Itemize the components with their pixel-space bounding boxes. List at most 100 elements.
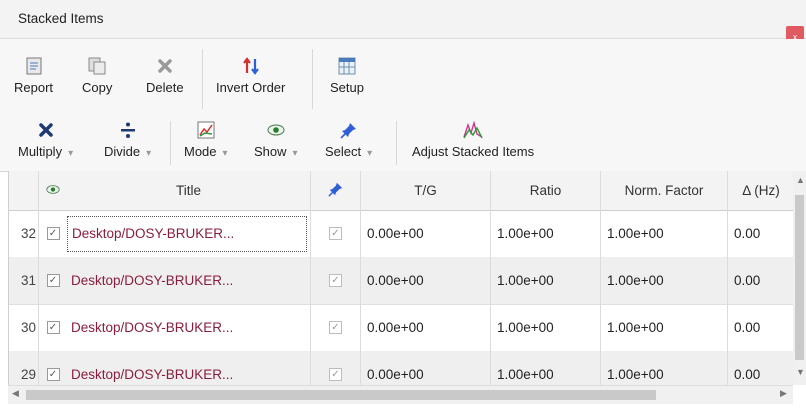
header-index [9,171,39,210]
table-row[interactable]: 29 ✓ Desktop/DOSY-BRUKER... ✓ 0.00e+00 1.00e+… [9,351,794,385]
copy-label: Copy [82,80,113,95]
multiply-icon [33,119,59,141]
row-delta-hz[interactable]: 0.00 [728,210,794,257]
header-show[interactable] [39,171,67,210]
scroll-down-icon[interactable]: ▼ [796,367,805,377]
select-button[interactable]: Select ▾ [325,119,372,159]
row-ratio[interactable]: 1.00e+00 [491,304,601,351]
row-tg[interactable]: 0.00e+00 [361,304,491,351]
stacked-items-table: Title T/G Ratio Norm. Factor Δ (Hz) 32 ✓ D… [8,171,794,385]
header-tg[interactable]: T/G [361,171,491,210]
show-checkbox[interactable]: ✓ [46,321,60,334]
horizontal-scrollbar[interactable]: ◀ ▶ [8,385,793,404]
show-eye-icon [263,119,289,141]
window-title: Stacked Items [18,11,104,26]
header-select[interactable] [311,171,361,210]
row-index: 29 [9,351,39,385]
row-title-cell[interactable]: Desktop/DOSY-BRUKER... [67,257,311,304]
copy-icon [84,55,110,77]
scroll-left-icon[interactable]: ◀ [12,388,19,399]
row-tg[interactable]: 0.00e+00 [361,351,491,385]
window-titlebar: Stacked Items [0,0,806,39]
table-header: Title T/G Ratio Norm. Factor Δ (Hz) [9,171,794,211]
header-ratio[interactable]: Ratio [491,171,601,210]
table-row[interactable]: 30 ✓ Desktop/DOSY-BRUKER... ✓ 0.00e+00 1.00e+… [9,304,794,352]
row-delta-hz[interactable]: 0.00 [728,257,794,304]
row-select-cell: ✓ [311,351,361,385]
delete-label: Delete [146,80,184,95]
show-checkbox[interactable]: ✓ [46,227,60,240]
copy-button[interactable]: Copy [82,55,112,95]
header-delta-hz[interactable]: Δ (Hz) [728,171,794,210]
setup-button[interactable]: Setup [330,55,364,95]
divide-icon [115,119,141,141]
invert-order-button[interactable]: Invert Order [216,55,285,95]
row-title[interactable]: Desktop/DOSY-BRUKER... [67,215,307,252]
row-ratio[interactable]: 1.00e+00 [491,257,601,304]
adjust-stacked-items-button[interactable]: Adjust Stacked Items [412,119,534,159]
row-tg[interactable]: 0.00e+00 [361,210,491,257]
multiply-label: Multiply ▾ [18,144,74,159]
row-select-cell: ✓ [311,257,361,304]
row-index: 32 [9,210,39,257]
table-row[interactable]: 31 ✓ Desktop/DOSY-BRUKER... ✓ 0.00e+00 1.00e+… [9,257,794,305]
row-show-cell: ✓ [39,257,67,304]
row-title-cell[interactable]: Desktop/DOSY-BRUKER... [67,351,311,385]
row-ratio[interactable]: 1.00e+00 [491,351,601,385]
show-checkbox[interactable]: ✓ [46,274,60,287]
select-pin-icon [327,181,344,200]
select-checkbox[interactable]: ✓ [329,368,342,381]
toolbar-divider [170,121,171,165]
row-norm-factor[interactable]: 1.00e+00 [601,210,728,257]
row-select-cell: ✓ [311,304,361,351]
toolbar-divider [396,121,397,165]
select-checkbox[interactable]: ✓ [329,274,342,287]
horizontal-scroll-thumb[interactable] [26,390,656,400]
mode-label: Mode ▾ [184,144,228,159]
row-show-cell: ✓ [39,304,67,351]
vertical-scrollbar[interactable]: ▲ ▼ [793,171,806,385]
mode-icon [193,119,219,141]
row-tg[interactable]: 0.00e+00 [361,257,491,304]
row-title[interactable]: Desktop/DOSY-BRUKER... [67,320,233,335]
multiply-button[interactable]: Multiply ▾ [18,119,73,159]
toolbar-divider [312,49,313,109]
row-delta-hz[interactable]: 0.00 [728,304,794,351]
divide-label: Divide ▾ [104,144,152,159]
row-index: 31 [9,257,39,304]
toolbar: Report Copy Delete Invert Order Setup Mu… [0,39,806,172]
row-show-cell: ✓ [39,351,67,385]
scroll-right-icon[interactable]: ▶ [780,388,787,399]
delete-button[interactable]: Delete [146,55,184,95]
setup-label: Setup [330,80,364,95]
row-norm-factor[interactable]: 1.00e+00 [601,257,728,304]
row-title[interactable]: Desktop/DOSY-BRUKER... [67,273,233,288]
report-button[interactable]: Report [14,55,53,95]
row-delta-hz[interactable]: 0.00 [728,351,794,385]
select-checkbox[interactable]: ✓ [329,321,342,334]
vertical-scroll-thumb[interactable] [795,195,804,360]
select-checkbox[interactable]: ✓ [329,227,342,240]
mode-button[interactable]: Mode ▾ [184,119,228,159]
divide-button[interactable]: Divide ▾ [104,119,151,159]
row-index: 30 [9,304,39,351]
header-title[interactable]: Title [67,171,311,210]
row-title[interactable]: Desktop/DOSY-BRUKER... [67,367,233,382]
row-title-cell[interactable]: Desktop/DOSY-BRUKER... [67,210,311,257]
invert-order-icon [238,55,264,77]
row-ratio[interactable]: 1.00e+00 [491,210,601,257]
row-norm-factor[interactable]: 1.00e+00 [601,304,728,351]
toolbar-divider [202,49,203,109]
show-checkbox[interactable]: ✓ [46,368,60,381]
show-button[interactable]: Show ▾ [254,119,298,159]
adjust-stacked-items-icon [460,119,486,141]
report-icon [21,55,47,77]
scroll-up-icon[interactable]: ▲ [796,175,805,185]
table-row[interactable]: 32 ✓ Desktop/DOSY-BRUKER... ✓ 0.00e+00 1.00e+… [9,210,794,258]
row-title-cell[interactable]: Desktop/DOSY-BRUKER... [67,304,311,351]
header-norm-factor[interactable]: Norm. Factor [601,171,728,210]
row-norm-factor[interactable]: 1.00e+00 [601,351,728,385]
show-eye-icon [46,183,60,198]
show-label: Show ▾ [254,144,298,159]
adjust-stacked-items-label: Adjust Stacked Items [412,144,535,159]
